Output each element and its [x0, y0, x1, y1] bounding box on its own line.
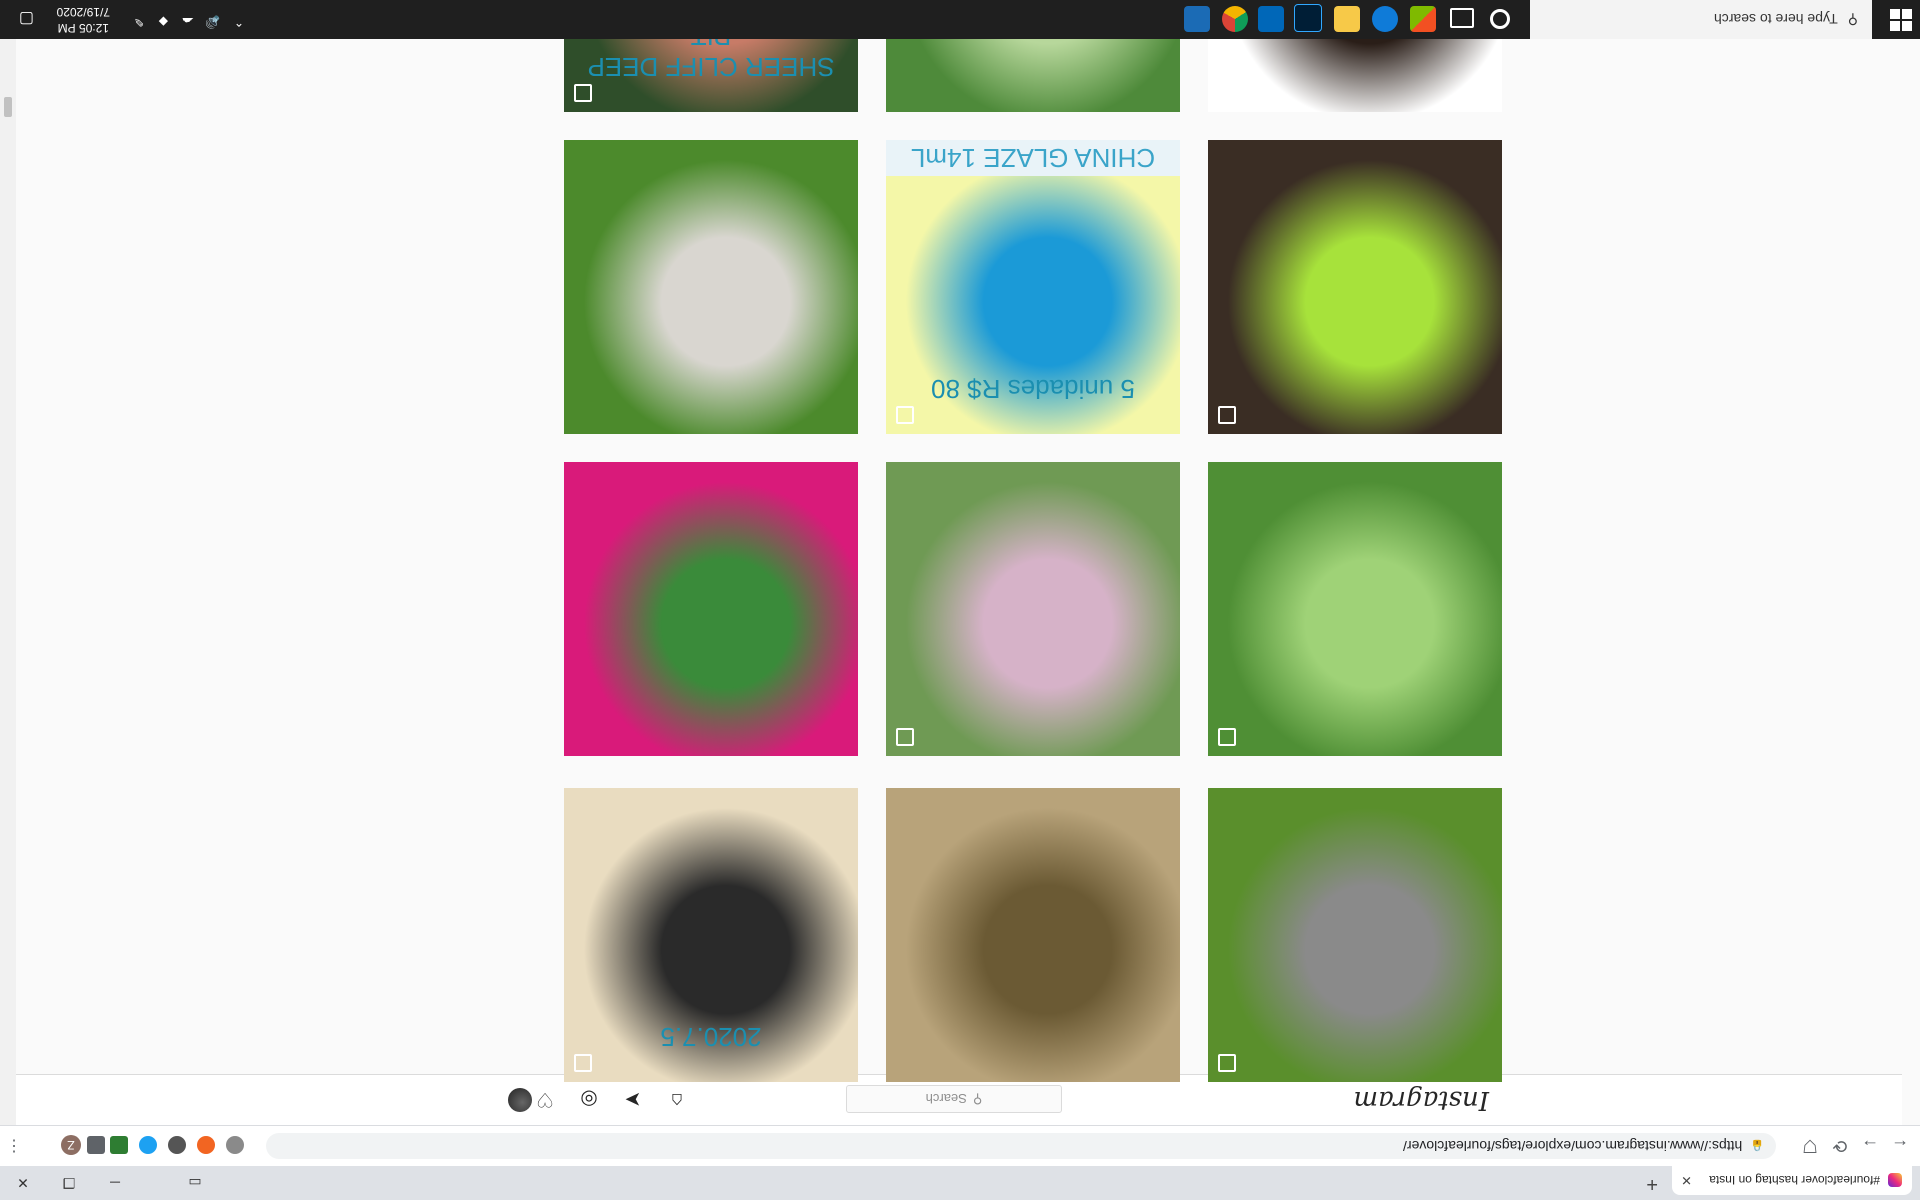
menu-icon[interactable]: ⋮	[6, 1136, 22, 1156]
gallery-icon	[574, 1054, 592, 1072]
edge-icon[interactable]	[1372, 6, 1398, 32]
photo-tile[interactable]	[886, 462, 1180, 756]
screen: #fourleafclover hashtag on Insta ✕ + ▭ ─…	[0, 0, 1920, 1200]
photo-caption-text: 2020.7.5	[660, 1022, 762, 1052]
reload-button[interactable]: ⟳	[1826, 1132, 1854, 1160]
task-view-icon[interactable]	[1450, 8, 1474, 28]
puzzle-icon[interactable]	[87, 1136, 105, 1154]
extension-icon-5[interactable]	[110, 1136, 128, 1154]
search-input[interactable]: ⚲ Search	[846, 1085, 1062, 1113]
back-button[interactable]: ←	[1886, 1132, 1914, 1160]
gallery-icon	[1218, 1054, 1236, 1072]
forward-button[interactable]: →	[1856, 1132, 1884, 1160]
direct-icon[interactable]: ➤	[620, 1087, 646, 1113]
app-icon[interactable]	[1184, 6, 1210, 32]
cortana-icon[interactable]	[1490, 9, 1510, 29]
store-icon[interactable]	[1410, 6, 1436, 32]
clock[interactable]: 12:05 PM 7/19/2020	[57, 4, 110, 36]
gallery-icon	[1218, 84, 1236, 102]
restore-button[interactable]: ❐	[46, 1166, 92, 1200]
close-window-button[interactable]: ✕	[0, 1166, 46, 1200]
explore-icon[interactable]: ◎	[576, 1087, 602, 1113]
tab-title: #fourleafclover hashtag on Insta	[1709, 1173, 1880, 1188]
lock-icon: 🔒	[1750, 1139, 1764, 1152]
photo-caption-text: CHINA GLAZE 14mL	[886, 140, 1180, 176]
extension-icon-2[interactable]	[197, 1136, 215, 1154]
shield-icon[interactable]: ⛉	[1796, 1132, 1824, 1160]
taskbar-search[interactable]: ⚲ Type here to search	[1530, 0, 1872, 39]
gallery-icon	[574, 84, 592, 102]
search-icon: ⚲	[1847, 12, 1858, 28]
extension-icon-3[interactable]	[168, 1136, 186, 1154]
search-placeholder: Search	[925, 1091, 967, 1107]
browser-tab[interactable]: #fourleafclover hashtag on Insta ✕	[1672, 1166, 1912, 1195]
home-icon[interactable]: ⌂	[664, 1087, 690, 1113]
scrollbar[interactable]	[0, 39, 16, 1125]
start-icon[interactable]	[1890, 9, 1912, 31]
notifications-icon[interactable]: ▢	[19, 9, 34, 29]
browser-tab-bar: #fourleafclover hashtag on Insta ✕ + ▭ ─…	[0, 1166, 1920, 1200]
taskbar: ⚲ Type here to search ⌃ 🔊 ☁ ◆ ✎ 12:05 PM…	[0, 0, 1920, 39]
photoshop-icon[interactable]	[1294, 4, 1322, 32]
address-bar[interactable]: 🔒 https://www.instagram.com/explore/tags…	[266, 1133, 1776, 1159]
photo-tile[interactable]	[564, 140, 858, 434]
heart-icon[interactable]: ♡	[532, 1087, 558, 1113]
weather-app-icon[interactable]	[1258, 6, 1284, 32]
url-text: https://www.instagram.com/explore/tags/f…	[1403, 1138, 1743, 1154]
close-tab-icon[interactable]: ✕	[1681, 1173, 1692, 1189]
dropbox-icon[interactable]: ◆	[159, 15, 168, 29]
new-tab-button[interactable]: +	[1646, 1172, 1658, 1195]
browser-toolbar: ← → ⟳ ⛉ 🔒 https://www.instagram.com/expl…	[0, 1125, 1920, 1166]
volume-icon[interactable]: 🔊	[205, 15, 220, 29]
clock-date: 7/19/2020	[56, 5, 110, 19]
search-icon: ⚲	[972, 1092, 983, 1107]
photo-tile[interactable]: 2020.7.5	[564, 788, 858, 1082]
instagram-logo[interactable]: Instagram	[1353, 1085, 1489, 1115]
photo-tile[interactable]	[1208, 788, 1502, 1082]
photo-tile[interactable]	[1208, 462, 1502, 756]
photo-tile[interactable]	[564, 462, 858, 756]
extension-icon-1[interactable]	[226, 1136, 244, 1154]
photo-tile[interactable]	[1208, 140, 1502, 434]
profile-avatar[interactable]: Z	[61, 1135, 81, 1155]
video-icon	[896, 728, 914, 746]
onedrive-icon[interactable]: ☁	[182, 15, 194, 29]
tab-search-icon[interactable]: ▭	[172, 1166, 218, 1200]
file-explorer-icon[interactable]	[1334, 6, 1360, 32]
gallery-icon	[1218, 728, 1236, 746]
chevron-up-icon[interactable]: ⌃	[234, 15, 244, 29]
gallery-icon	[896, 406, 914, 424]
pen-icon[interactable]: ✎	[134, 15, 144, 29]
photo-tile[interactable]: 5 unidades R$ 80 CHINA GLAZE 14mL	[886, 140, 1180, 434]
photo-caption-text: 5 unidades R$ 80	[931, 374, 1135, 404]
taskbar-search-placeholder: Type here to search	[1713, 11, 1838, 28]
photo-tile[interactable]	[886, 788, 1180, 1082]
chrome-icon[interactable]	[1222, 6, 1248, 32]
gallery-icon	[1218, 406, 1236, 424]
extension-icon-4[interactable]	[139, 1136, 157, 1154]
minimize-button[interactable]: ─	[92, 1166, 138, 1200]
avatar[interactable]	[508, 1088, 532, 1112]
clock-time: 12:05 PM	[57, 21, 109, 35]
scrollbar-thumb[interactable]	[4, 97, 12, 117]
instagram-favicon-icon	[1888, 1173, 1902, 1188]
